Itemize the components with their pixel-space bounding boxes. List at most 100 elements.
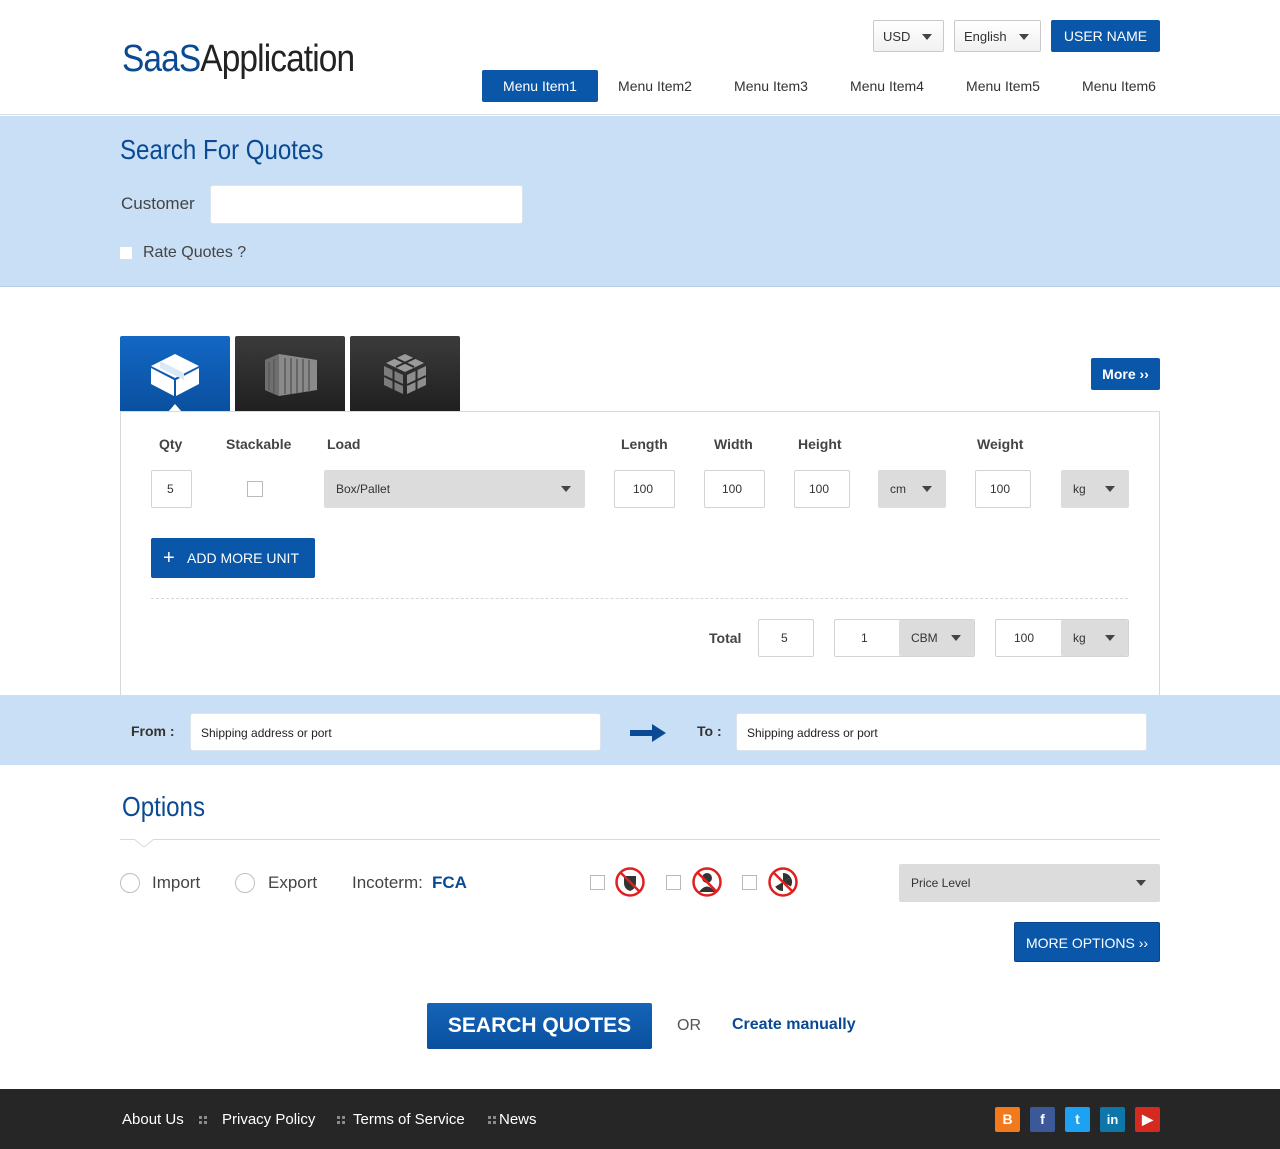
youtube-icon[interactable]: ▶ [1135,1107,1160,1132]
col-load: Load [327,436,361,452]
search-quotes-button[interactable]: SEARCH QUOTES [427,1003,652,1049]
more-button[interactable]: More ›› [1091,358,1160,390]
menu-item-3[interactable]: Menu Item3 [721,70,821,102]
tab-container[interactable] [235,336,345,412]
load-select[interactable]: Box/Pallet [324,470,585,508]
menu-item-6[interactable]: Menu Item6 [1069,70,1169,102]
footer-separator [337,1116,345,1124]
incoterm-value[interactable]: FCA [432,873,467,893]
tab-box[interactable] [120,336,230,412]
footer-link-terms[interactable]: Terms of Service [353,1111,465,1128]
rate-quotes-checkbox[interactable] [120,247,132,259]
pallet-icon [383,354,427,394]
total-weight-unit-value: kg [1073,631,1086,645]
currency-select[interactable]: USD [873,20,944,52]
col-height: Height [798,436,842,452]
to-label: To : [697,723,722,739]
menu-item-1[interactable]: Menu Item1 [482,70,598,102]
container-icon [265,354,317,396]
blogger-icon[interactable]: B [995,1107,1020,1132]
volume-unit-select[interactable]: CBM [899,620,974,656]
length-input[interactable]: 100 [614,470,675,508]
customer-input[interactable] [210,185,523,224]
footer-link-about[interactable]: About Us [122,1111,184,1128]
chevron-down-icon [951,635,961,641]
incoterm-label: Incoterm: [352,873,423,892]
currency-value: USD [883,29,911,44]
weight-unit-value: kg [1073,482,1086,496]
footer-link-privacy[interactable]: Privacy Policy [222,1111,315,1128]
no-radioactive-icon [768,867,798,897]
import-radio[interactable] [120,873,140,893]
qty-input[interactable]: 5 [151,470,192,508]
more-options-button[interactable]: MORE OPTIONS ›› [1014,922,1160,962]
tab-pallet[interactable] [350,336,460,412]
menu-item-5[interactable]: Menu Item5 [953,70,1053,102]
language-value: English [964,29,1007,44]
options-pointer [134,838,154,848]
load-value: Box/Pallet [336,482,391,496]
page-title: Search For Quotes [120,134,324,165]
export-radio[interactable] [235,873,255,893]
more-label: More [1102,366,1136,382]
price-level-value: Price Level [911,876,971,890]
rate-quotes-label: Rate Quotes ? [143,244,247,261]
hazard-checkbox-1[interactable] [590,875,605,890]
logo-application: Application [200,38,355,80]
menu-item-2[interactable]: Menu Item2 [605,70,705,102]
col-width: Width [714,436,753,452]
total-label: Total [709,630,742,646]
from-input[interactable]: Shipping address or port [190,713,601,751]
divider [151,598,1128,599]
hazard-checkbox-2[interactable] [666,875,681,890]
total-volume-value: 1 [861,631,868,645]
plus-icon: + [163,547,175,569]
dimension-unit-select[interactable]: cm [878,470,946,508]
weight-input[interactable]: 100 [975,470,1031,508]
user-menu-button[interactable]: USER NAME [1051,20,1160,52]
footer-link-news[interactable]: News [499,1111,537,1128]
total-weight-unit-select[interactable]: kg [1061,620,1128,656]
hazard-checkbox-3[interactable] [742,875,757,890]
total-weight-value: 100 [1014,631,1035,645]
stackable-checkbox[interactable] [247,481,263,497]
footer-separator [488,1116,496,1124]
total-qty-input[interactable]: 5 [758,619,814,657]
linkedin-icon[interactable]: in [1100,1107,1125,1132]
col-qty: Qty [159,436,183,452]
create-manually-link[interactable]: Create manually [732,1016,856,1034]
width-input[interactable]: 100 [704,470,765,508]
col-stackable: Stackable [226,436,292,452]
col-weight: Weight [977,436,1024,452]
chevron-down-icon [561,486,571,492]
price-level-select[interactable]: Price Level [899,864,1160,902]
page-header: SaaSApplication USD English USER NAME Me… [0,0,1280,115]
options-divider [120,839,1160,840]
import-label: Import [152,873,201,892]
twitter-icon[interactable]: t [1065,1107,1090,1132]
no-weapons-icon [615,867,645,897]
options-title: Options [122,791,205,822]
chevron-down-icon [922,34,932,40]
more-options-label: MORE OPTIONS [1025,935,1135,951]
chevron-down-icon [922,486,932,492]
logo[interactable]: SaaSApplication [122,38,355,81]
height-input[interactable]: 100 [794,470,850,508]
box-icon [151,354,199,396]
weight-unit-select[interactable]: kg [1061,470,1129,508]
from-label: From : [131,723,175,739]
to-input[interactable]: Shipping address or port [736,713,1147,751]
add-more-unit-button[interactable]: + ADD MORE UNIT [151,538,315,578]
chevron-down-icon [1019,34,1029,40]
arrow-right-icon [630,724,666,742]
chevron-down-icon [1105,635,1115,641]
no-person-icon [692,867,722,897]
logo-saas: SaaS [122,38,201,80]
facebook-icon[interactable]: f [1030,1107,1055,1132]
customer-label: Customer [121,194,195,213]
language-select[interactable]: English [954,20,1041,52]
menu-item-4[interactable]: Menu Item4 [837,70,937,102]
export-label: Export [268,873,318,892]
chevron-down-icon [1136,880,1146,886]
dimension-unit-value: cm [890,482,906,496]
